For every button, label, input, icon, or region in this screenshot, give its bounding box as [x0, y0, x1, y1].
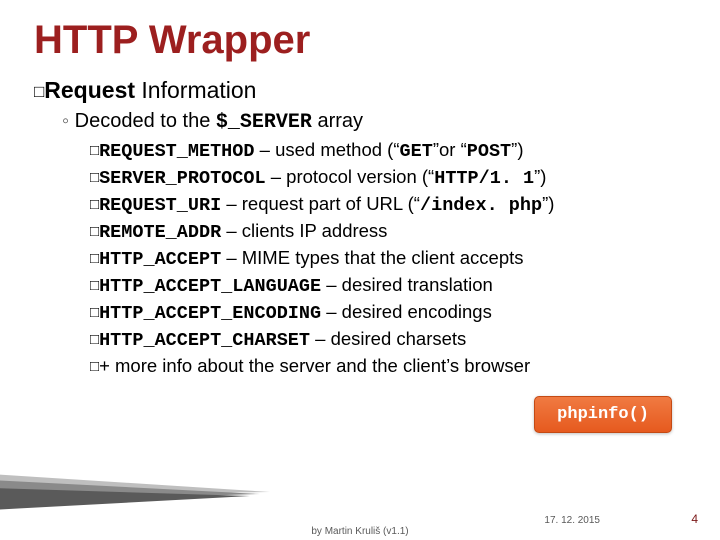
bullet-square-icon: □: [90, 195, 99, 215]
list-item: □REMOTE_ADDR – clients IP address: [90, 219, 686, 246]
slide: HTTP Wrapper □Request Information ◦ Deco…: [0, 0, 720, 540]
list-item: □REQUEST_METHOD – used method (“GET”or “…: [90, 138, 686, 165]
item-code3: POST: [467, 141, 511, 162]
item-code: HTTP_ACCEPT: [99, 249, 221, 270]
item-mid: ”): [542, 193, 554, 214]
sub-code: $_SERVER: [216, 111, 312, 134]
footer-date: 17. 12. 2015: [544, 515, 600, 526]
item-code: HTTP_ACCEPT_LANGUAGE: [99, 276, 321, 297]
heading-bold: Request: [44, 77, 135, 103]
sub-post: array: [312, 110, 363, 132]
item-text: – desired translation: [321, 274, 493, 295]
bullet-square-icon: □: [90, 330, 99, 350]
callout-text: phpinfo(): [557, 405, 649, 424]
item-text: – protocol version (“: [266, 166, 435, 187]
callout-box: phpinfo(): [534, 396, 672, 433]
bullet-square-icon: □: [90, 276, 99, 296]
footer-author: by Martin Kruliš (v1.1): [0, 526, 720, 537]
slide-title: HTTP Wrapper: [34, 18, 686, 63]
bullet-square-icon: □: [90, 141, 99, 161]
bullet-square-icon: □: [90, 249, 99, 269]
sub-pre: Decoded to the: [75, 110, 216, 132]
item-text: – desired encodings: [321, 301, 492, 322]
item-tail: ”): [511, 139, 523, 160]
bullet-square-icon: □: [34, 82, 44, 102]
subheading: ◦ Decoded to the $_SERVER array: [62, 110, 686, 134]
decorative-wedge-icon: [0, 474, 270, 514]
heading-rest: Information: [135, 77, 256, 103]
bullet-square-icon: □: [90, 222, 99, 242]
item-list: □REQUEST_METHOD – used method (“GET”or “…: [90, 138, 686, 379]
list-item: □+ more info about the server and the cl…: [90, 354, 686, 379]
item-code: HTTP_ACCEPT_CHARSET: [99, 330, 310, 351]
item-code2: /index. php: [420, 195, 542, 216]
list-item: □REQUEST_URI – request part of URL (“/in…: [90, 192, 686, 219]
item-text: – MIME types that the client accepts: [221, 247, 523, 268]
item-code: REQUEST_URI: [99, 195, 221, 216]
bullet-square-icon: □: [90, 303, 99, 323]
bullet-square-icon: □: [90, 168, 99, 188]
footer-slide-number: 4: [691, 512, 698, 526]
item-mid: ”): [534, 166, 546, 187]
item-text: – clients IP address: [221, 220, 387, 241]
section-heading: □Request Information: [34, 77, 686, 104]
item-text: – used method (“: [255, 139, 400, 160]
sub-marker: ◦: [62, 110, 69, 132]
item-text: + more info about the server and the cli…: [99, 355, 530, 376]
item-code2: GET: [400, 141, 433, 162]
item-mid: ”or “: [433, 139, 467, 160]
item-text: – desired charsets: [310, 328, 466, 349]
item-code2: HTTP/1. 1: [434, 168, 534, 189]
item-text: – request part of URL (“: [221, 193, 420, 214]
list-item: □HTTP_ACCEPT – MIME types that the clien…: [90, 246, 686, 273]
item-code: HTTP_ACCEPT_ENCODING: [99, 303, 321, 324]
item-code: SERVER_PROTOCOL: [99, 168, 266, 189]
bullet-square-icon: □: [90, 357, 99, 377]
list-item: □HTTP_ACCEPT_LANGUAGE – desired translat…: [90, 273, 686, 300]
list-item: □HTTP_ACCEPT_ENCODING – desired encoding…: [90, 300, 686, 327]
item-code: REMOTE_ADDR: [99, 222, 221, 243]
item-code: REQUEST_METHOD: [99, 141, 254, 162]
list-item: □HTTP_ACCEPT_CHARSET – desired charsets: [90, 327, 686, 354]
list-item: □SERVER_PROTOCOL – protocol version (“HT…: [90, 165, 686, 192]
